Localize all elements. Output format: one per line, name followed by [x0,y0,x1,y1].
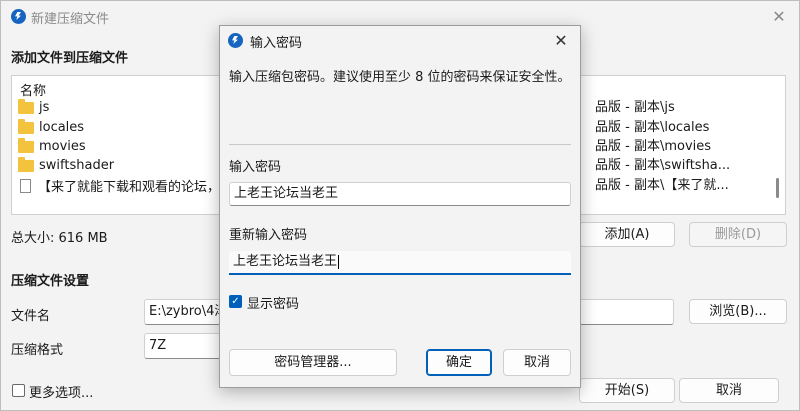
password-hint-text: 输入压缩包密码。建议使用至少 8 位的密码来保证安全性。 [229,70,571,85]
file-name: locales [39,120,85,135]
file-name: js [39,100,50,115]
folder-icon [18,156,34,172]
bg-cancel-button[interactable]: 取消 [679,378,779,403]
file-name: swiftshader [39,158,115,173]
column-header-name[interactable]: 名称 [20,80,46,99]
dialog-title: 输入密码 [250,36,303,51]
file-name: 【来了就能下载和观看的论坛，纯 [38,180,234,195]
confirm-password-label: 重新输入密码 [229,228,308,243]
show-password-label: 显示密码 [247,297,300,312]
total-size: 总大小: 616 MB [11,231,108,246]
file-name: movies [39,139,86,154]
folder-icon [18,118,34,134]
divider [229,144,571,145]
more-options-checkbox[interactable] [12,384,25,397]
text-caret [338,254,340,269]
confirm-password-value: 上老王论坛当老王 [233,254,338,269]
show-password-checkbox[interactable]: ✓ [229,295,242,308]
list-item[interactable]: locales [18,118,84,137]
document-icon [20,178,31,193]
delete-button[interactable]: 删除(D) [689,222,787,247]
list-item[interactable]: movies [18,137,86,156]
list-item[interactable]: js [18,98,49,117]
password-field[interactable]: 上老王论坛当老王 [229,182,571,206]
list-item[interactable]: 【来了就能下载和观看的论坛，纯 [18,176,233,195]
add-files-heading: 添加文件到压缩文件 [11,51,129,66]
file-path: 品版 - 副本\swiftsha... [595,158,731,173]
browse-button[interactable]: 浏览(B)... [689,299,787,324]
confirm-password-field[interactable]: 上老王论坛当老王 [229,251,571,275]
file-path: 品版 - 副本\js [595,100,675,115]
app-logo-icon [228,33,243,48]
ok-button[interactable]: 确定 [426,349,492,376]
password-label: 输入密码 [229,160,282,175]
archive-settings-heading: 压缩文件设置 [11,274,90,289]
start-button[interactable]: 开始(S) [579,378,675,403]
dialog-cancel-button[interactable]: 取消 [503,349,571,376]
add-button[interactable]: 添加(A) [579,222,675,247]
app-logo-icon [11,9,26,24]
format-label: 压缩格式 [11,343,64,358]
close-icon[interactable]: ✕ [550,30,572,52]
folder-icon [18,98,34,114]
password-dialog: 输入密码 ✕ 输入压缩包密码。建议使用至少 8 位的密码来保证安全性。 输入密码… [219,25,581,388]
bg-window-title: 新建压缩文件 [31,12,110,27]
filename-label: 文件名 [11,309,51,324]
file-path: 品版 - 副本\locales [595,120,710,135]
more-options-label: 更多选项... [29,386,94,401]
folder-icon [18,137,34,153]
close-icon[interactable]: ✕ [769,7,789,27]
file-path: 品版 - 副本\【来了就... [595,178,729,193]
file-path: 品版 - 副本\movies [595,139,712,154]
list-item[interactable]: swiftshader [18,156,114,175]
password-manager-button[interactable]: 密码管理器... [229,349,397,376]
scrollbar-thumb[interactable] [776,178,779,198]
